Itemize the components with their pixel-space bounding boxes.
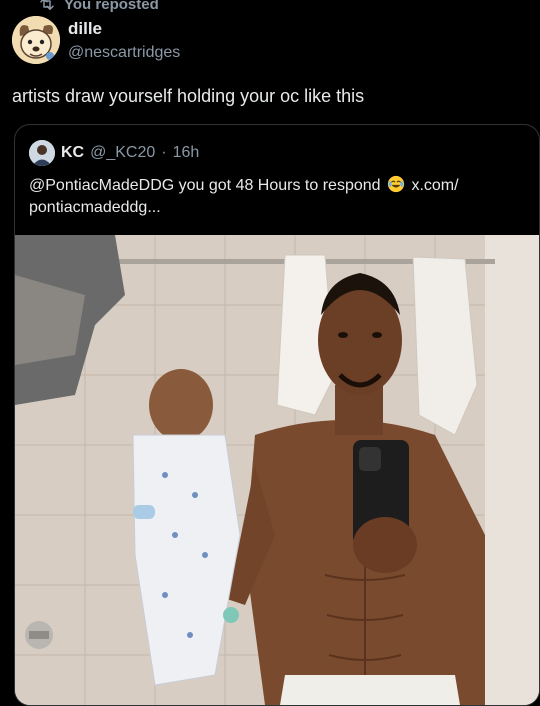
repost-indicator: You reposted <box>38 0 159 14</box>
quoted-user-handle[interactable]: @_KC20 <box>90 144 155 162</box>
display-name[interactable]: dille <box>68 19 102 39</box>
quoted-display-name[interactable]: KC <box>61 144 84 162</box>
cartoon-dog-avatar-icon <box>12 16 60 64</box>
avatar[interactable] <box>12 16 60 64</box>
quoted-timestamp[interactable]: 16h <box>173 144 200 162</box>
post-text: artists draw yourself holding your oc li… <box>12 86 365 106</box>
repost-label: You reposted <box>64 0 159 13</box>
laughing-crying-emoji-icon <box>387 175 405 193</box>
quoted-post-card[interactable]: KC @_KC20 · 16h @PontiacMadeDDG you got … <box>14 124 540 706</box>
user-handle[interactable]: @nescartridges <box>68 44 180 62</box>
quoted-post-header: KC @_KC20 · 16h <box>29 139 199 167</box>
separator-dot: · <box>161 144 167 161</box>
quoted-text-main: @PontiacMadeDDG you got 48 Hours to resp… <box>29 177 381 194</box>
post-header: dille @nescartridges <box>12 16 532 68</box>
quoted-photo[interactable] <box>15 235 539 705</box>
repost-icon <box>40 0 54 10</box>
quoted-post-text: @PontiacMadeDDG you got 48 Hours to resp… <box>29 175 529 219</box>
quoted-avatar[interactable] <box>29 140 55 166</box>
mirror-selfie-photo-icon <box>15 235 539 705</box>
person-avatar-icon <box>29 140 55 166</box>
